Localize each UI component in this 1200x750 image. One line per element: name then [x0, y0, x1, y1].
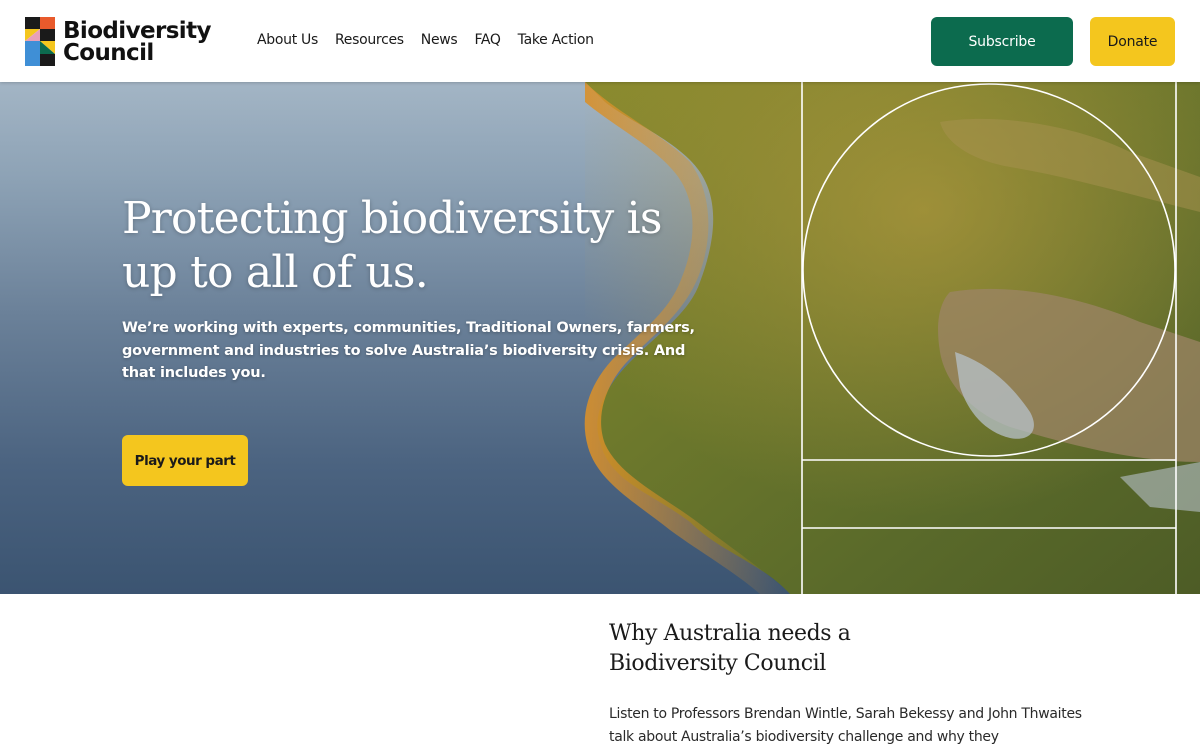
section-title: Why Australia needs a Biodiversity Counc… [609, 621, 851, 676]
logo-line-2: Council [63, 39, 154, 66]
logo-line-1: Biodiversity [63, 17, 211, 44]
nav-item-take-action[interactable]: Take Action [518, 31, 594, 49]
logo-mark-icon [25, 17, 55, 66]
section-body: Listen to Professors Brendan Wintle, Sar… [609, 706, 1082, 745]
nav-item-news[interactable]: News [421, 31, 458, 49]
hero-subtitle: We’re working with experts, communities,… [122, 320, 695, 381]
site-header: Biodiversity Council About Us Resources … [0, 0, 1200, 82]
hero-title: Protecting biodiversity is up to all of … [122, 193, 662, 298]
nav-item-resources[interactable]: Resources [335, 31, 404, 49]
play-your-part-button[interactable]: Play your part [122, 435, 248, 486]
logo-wordmark: Biodiversity Council [63, 17, 211, 66]
nav-item-faq[interactable]: FAQ [474, 31, 501, 49]
subscribe-button[interactable]: Subscribe [931, 17, 1073, 66]
main-nav: About Us Resources News FAQ Take Action [257, 31, 611, 49]
donate-button[interactable]: Donate [1090, 17, 1175, 66]
site-logo[interactable]: Biodiversity Council [25, 17, 211, 66]
nav-item-about-us[interactable]: About Us [257, 31, 318, 49]
hero-section: Protecting biodiversity is up to all of … [0, 82, 1200, 594]
